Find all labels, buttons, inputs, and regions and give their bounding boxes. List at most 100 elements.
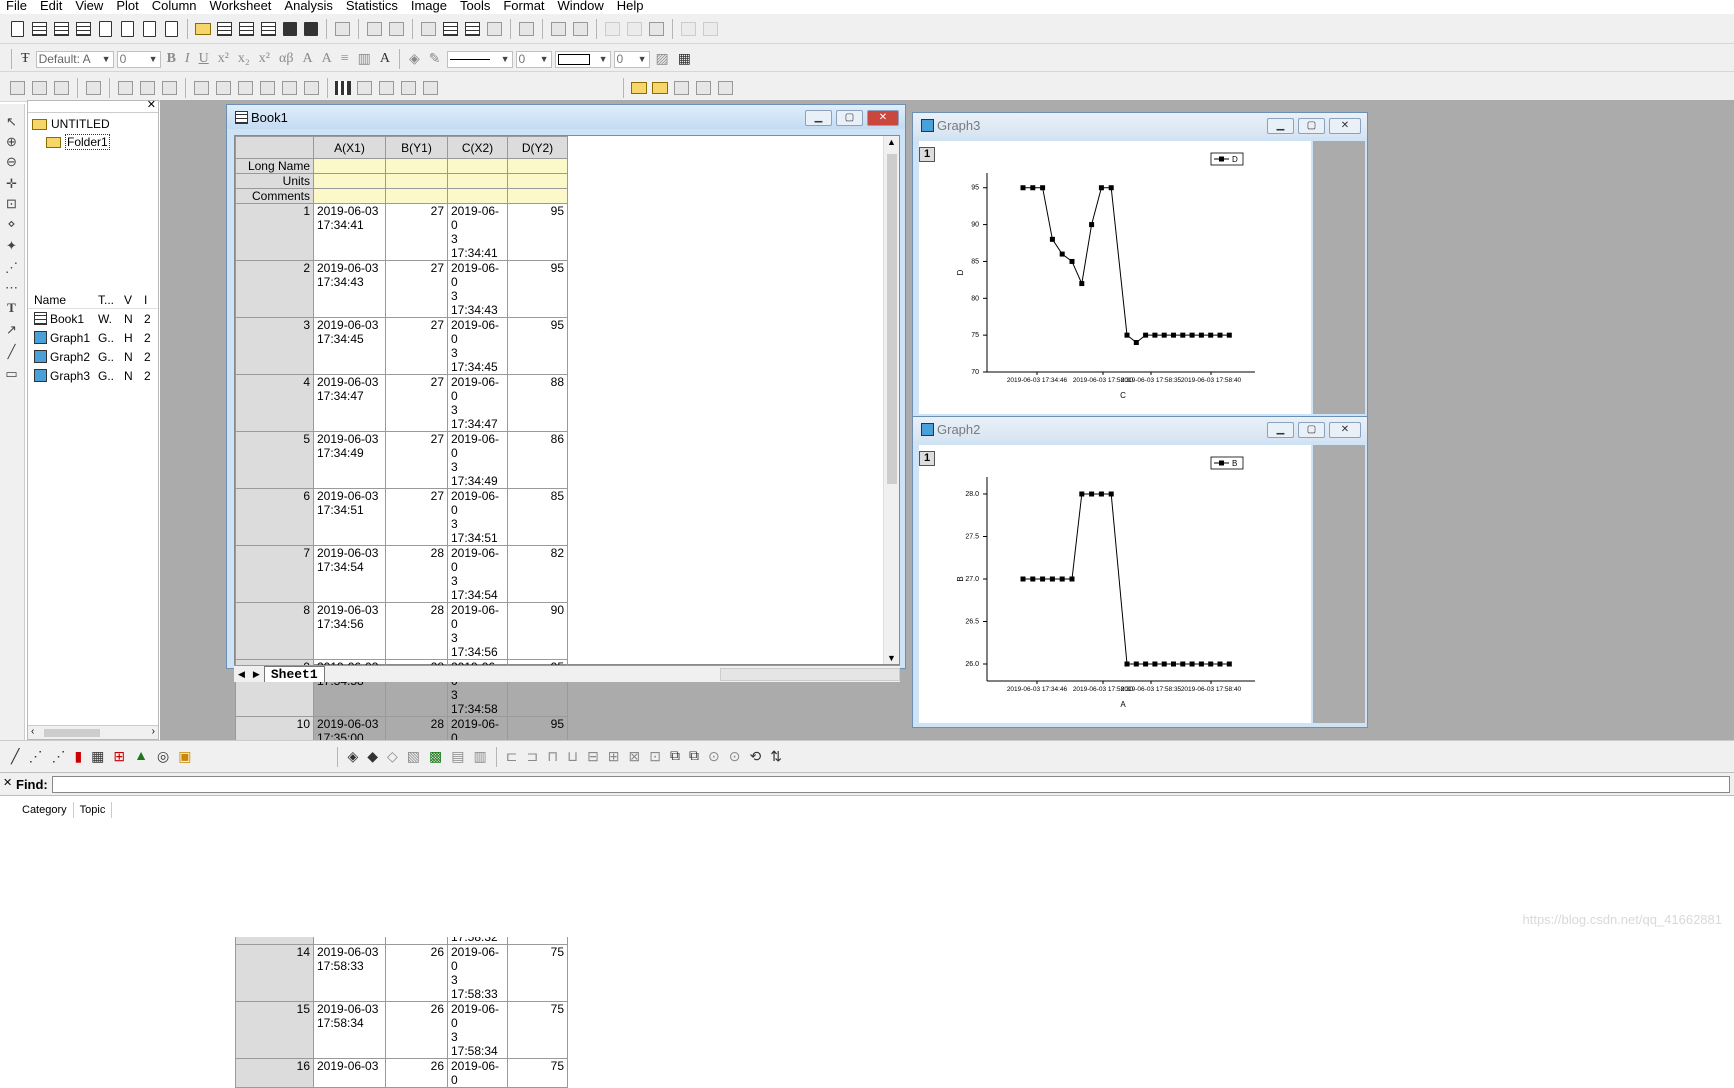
open-template-icon[interactable]	[217, 22, 232, 36]
row-number[interactable]: 8	[235, 602, 314, 660]
fill-color-icon[interactable]: ◈	[406, 51, 423, 68]
cell-b[interactable]: 28	[385, 545, 448, 603]
cell-b[interactable]: 27	[385, 260, 448, 318]
open-excel-icon[interactable]	[239, 22, 254, 36]
results-log-icon[interactable]	[443, 22, 458, 36]
cell-d[interactable]: 75	[507, 1058, 568, 1088]
maximize-button[interactable]: ▢	[1298, 118, 1325, 134]
new-workbook-icon[interactable]	[32, 22, 47, 36]
meta-cell[interactable]	[313, 173, 386, 189]
graph3-window[interactable]: Graph3 ▁ ▢ ✕ 70 75 80 85 90 95 2019-06-03 17:3…	[912, 112, 1368, 417]
code-builder-icon[interactable]	[487, 22, 502, 36]
line-color-icon[interactable]: ✎	[426, 51, 444, 68]
superscript-icon[interactable]: x²	[215, 51, 232, 67]
same-width-icon[interactable]: ⊠	[626, 749, 644, 766]
axis-box-icon[interactable]	[260, 81, 275, 95]
cell-a[interactable]: 2019-06-03 17:34:54	[313, 545, 386, 603]
horizontal-scrollbar[interactable]: ‹ ›	[28, 725, 158, 739]
column-header[interactable]: A(X1)	[313, 136, 386, 159]
zoom-out-icon[interactable]	[32, 81, 47, 95]
new-matrix-icon[interactable]	[76, 22, 91, 36]
pie-icon[interactable]	[573, 22, 588, 36]
waterfall-icon[interactable]: ▥	[470, 749, 489, 766]
column-header[interactable]: C(X2)	[447, 136, 508, 159]
new-function-icon[interactable]	[121, 21, 134, 37]
reader-icon[interactable]	[718, 81, 733, 95]
merge-icon[interactable]	[140, 81, 155, 95]
menu-view[interactable]: View	[69, 0, 110, 14]
arrow-tool-icon[interactable]: ↗	[4, 322, 19, 337]
meta-cell[interactable]	[313, 158, 386, 174]
list-item[interactable]: Graph3 G.. N 2	[28, 366, 158, 385]
close-button[interactable]: ✕	[1329, 118, 1361, 134]
cell-d[interactable]: 85	[507, 488, 568, 546]
zoom-out-icon[interactable]: ⊖	[4, 154, 19, 169]
list-item[interactable]: Graph1 G.. H 2	[28, 328, 158, 347]
cell-c[interactable]: 2019-06-0	[447, 1058, 508, 1088]
align-icon[interactable]: ≡	[338, 51, 352, 67]
tab-topic[interactable]: Topic	[74, 802, 113, 818]
pointer-icon[interactable]: ↖	[4, 114, 19, 129]
subscript-icon[interactable]: x₂	[235, 51, 253, 67]
cell-c[interactable]: 2019-06-0 3 17:34:51	[447, 488, 508, 546]
row-number[interactable]: 3	[235, 317, 314, 375]
menu-plot[interactable]: Plot	[110, 0, 145, 14]
horizontal-scrollbar[interactable]	[720, 667, 900, 681]
close-button[interactable]: ✕	[1329, 422, 1361, 438]
find-input[interactable]	[51, 775, 1730, 793]
font-size-dropdown[interactable]: 0 ▼	[116, 50, 161, 68]
tab-category[interactable]: Category	[16, 802, 74, 818]
menu-format[interactable]: Format	[497, 0, 551, 14]
rotate-icon[interactable]: ⟲	[746, 749, 764, 766]
paste-icon[interactable]	[649, 22, 664, 36]
meta-cell[interactable]	[447, 173, 508, 189]
clock-icon[interactable]	[401, 81, 416, 95]
screen-reader-icon[interactable]: ⊡	[4, 196, 19, 211]
col-view[interactable]: V	[124, 293, 144, 307]
crosshair-icon[interactable]: ✛	[4, 176, 19, 191]
workbook-titlebar[interactable]: Book1	[227, 105, 905, 129]
cell-c[interactable]: 2019-06-0 3 17:34:41	[447, 203, 508, 261]
project-explorer-icon[interactable]	[519, 22, 534, 36]
supersub-icon[interactable]: x²	[256, 51, 273, 67]
align-left-icon[interactable]: ⊏	[503, 749, 521, 766]
maximize-button[interactable]: ▢	[836, 110, 863, 126]
new-layout-icon[interactable]	[143, 21, 156, 37]
timestamp-icon[interactable]	[379, 81, 394, 95]
minimize-button[interactable]: ▁	[805, 110, 832, 126]
cell-b[interactable]: 27	[385, 317, 448, 375]
plot3d-icon[interactable]: ◆	[364, 749, 381, 766]
duplicate-icon[interactable]	[389, 22, 404, 36]
bold-icon[interactable]: B	[164, 51, 179, 67]
mask-icon[interactable]: ✦	[4, 238, 19, 253]
row-number[interactable]: 7	[235, 545, 314, 603]
cell-c[interactable]: 2019-06-0 3 17:34:47	[447, 374, 508, 432]
group-icon[interactable]: ⊙	[705, 749, 723, 766]
zoom-in-icon[interactable]: ⊕	[4, 134, 19, 149]
col-type[interactable]: T...	[98, 293, 124, 307]
open-icon[interactable]	[195, 23, 211, 35]
column-header[interactable]: B(Y1)	[385, 136, 448, 159]
cell-a[interactable]: 2019-06-03 17:34:43	[313, 260, 386, 318]
meta-cell[interactable]	[507, 158, 568, 174]
pointer-icon[interactable]	[674, 81, 689, 95]
cell-b[interactable]: 26	[385, 944, 448, 1002]
back-icon[interactable]: ⧉	[686, 749, 702, 765]
same-height-icon[interactable]: ⊡	[646, 749, 664, 766]
recent-books-icon[interactable]	[261, 22, 276, 36]
row-number[interactable]: 1	[235, 203, 314, 261]
line-plot-icon[interactable]: ╱	[8, 749, 22, 766]
cell-c[interactable]: 2019-06-0 3 17:58:34	[447, 1001, 508, 1059]
rescale-icon[interactable]	[86, 81, 101, 95]
text-tool-icon[interactable]: T	[4, 300, 19, 315]
area-plot-icon[interactable]: ▲	[131, 749, 151, 765]
chevron-right-icon[interactable]: ›	[152, 726, 155, 737]
menu-tools[interactable]: Tools	[454, 0, 497, 14]
template-icon[interactable]: ▣	[175, 749, 194, 766]
cell-a[interactable]: 2019-06-03 17:34:56	[313, 602, 386, 660]
table-row[interactable]: 1 2019-06-03 17:34:41 27 2019-06-0 3 17:34:41…	[235, 203, 568, 261]
cell-a[interactable]: 2019-06-03 17:58:34	[313, 1001, 386, 1059]
image-plot-icon[interactable]: ▤	[448, 749, 467, 766]
meta-cell[interactable]	[313, 188, 386, 204]
table-row[interactable]: 7 2019-06-03 17:34:54 28 2019-06-0 3 17:34:54…	[235, 545, 568, 603]
